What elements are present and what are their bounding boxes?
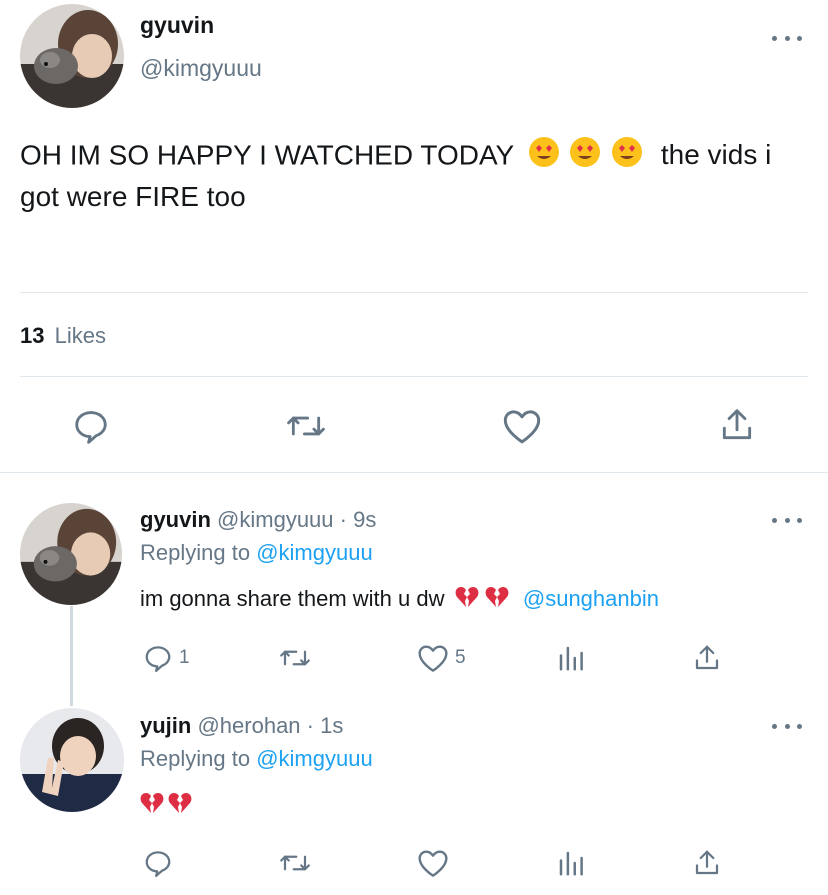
divider — [20, 376, 808, 377]
like-button[interactable]: 5 — [417, 643, 466, 673]
reply-author-handle[interactable]: @herohan — [197, 713, 300, 738]
broken-heart-emoji — [485, 586, 509, 614]
more-options-icon[interactable] — [772, 510, 802, 530]
reply-button[interactable] — [143, 848, 173, 878]
author-name[interactable]: gyuvin — [140, 12, 214, 39]
retweet-icon — [280, 650, 310, 666]
share-icon — [695, 645, 719, 670]
likes-summary[interactable]: 13 Likes — [20, 323, 106, 349]
broken-heart-emoji — [455, 586, 479, 614]
likes-count: 13 — [20, 323, 45, 348]
replying-to-label: Replying to — [140, 540, 251, 565]
share-button[interactable] — [692, 847, 722, 879]
reply-button[interactable]: 1 — [143, 643, 190, 673]
retweet-button[interactable] — [285, 407, 327, 445]
mention-link[interactable]: @sunghanbin — [523, 586, 659, 611]
thread-line — [70, 606, 73, 706]
reply-button[interactable] — [72, 407, 110, 445]
share-button[interactable] — [692, 642, 722, 674]
replying-to: Replying to @kimgyuuu — [140, 540, 373, 566]
replying-to-label: Replying to — [140, 746, 251, 771]
retweet-icon — [287, 416, 325, 436]
broken-heart-emoji — [140, 792, 164, 819]
author-avatar[interactable] — [20, 4, 124, 108]
heart-eyes-emoji — [528, 136, 560, 178]
reply-author-handle[interactable]: @kimgyuuu — [217, 507, 334, 532]
tweet-text-part2: the vids i — [660, 139, 772, 171]
reply-author-name[interactable]: gyuvin — [140, 507, 211, 532]
reply-avatar[interactable] — [20, 708, 124, 812]
like-button[interactable] — [417, 848, 449, 878]
analytics-icon — [559, 646, 583, 671]
replying-to-handle[interactable]: @kimgyuuu — [256, 746, 373, 771]
more-options-icon[interactable] — [772, 716, 802, 736]
reply-time: · 1s — [306, 713, 344, 738]
reply-time: · 9s — [339, 507, 377, 532]
like-count: 5 — [455, 647, 466, 668]
analytics-button[interactable] — [556, 848, 586, 878]
reply-text — [140, 792, 192, 819]
divider — [20, 292, 808, 293]
heart-eyes-emoji — [569, 136, 601, 178]
share-button[interactable] — [718, 405, 756, 445]
reply-count: 1 — [179, 647, 190, 668]
share-icon — [695, 850, 719, 875]
like-icon — [503, 410, 541, 444]
share-icon — [722, 409, 752, 440]
replying-to: Replying to @kimgyuuu — [140, 746, 373, 772]
retweet-icon — [280, 855, 310, 871]
retweet-button[interactable] — [278, 848, 312, 878]
tweet-text-part1: OH IM SO HAPPY I WATCHED TODAY — [20, 139, 514, 171]
reply-icon — [145, 646, 171, 672]
section-divider — [0, 472, 828, 473]
reply-text: im gonna share them with u dw @sunghanbi… — [140, 586, 659, 614]
retweet-button[interactable] — [278, 643, 312, 673]
more-options-icon[interactable] — [772, 28, 802, 48]
reply-header: gyuvin @kimgyuuu · 9s — [140, 507, 376, 533]
like-icon — [418, 645, 448, 672]
reply-icon — [145, 851, 171, 877]
analytics-icon — [559, 851, 583, 876]
reply-avatar[interactable] — [20, 503, 122, 605]
tweet-text: OH IM SO HAPPY I WATCHED TODAY the vids … — [20, 136, 810, 216]
reply-icon — [75, 411, 107, 444]
like-icon — [418, 850, 448, 877]
reply-author-name[interactable]: yujin — [140, 713, 191, 738]
replying-to-handle[interactable]: @kimgyuuu — [256, 540, 373, 565]
broken-heart-emoji — [168, 792, 192, 819]
heart-eyes-emoji — [611, 136, 643, 178]
reply-text-body: im gonna share them with u dw — [140, 586, 445, 611]
reply-header: yujin @herohan · 1s — [140, 713, 343, 739]
author-handle[interactable]: @kimgyuuu — [140, 55, 262, 82]
tweet-text-line2: got were FIRE too — [20, 181, 246, 212]
like-button[interactable] — [502, 407, 542, 445]
analytics-button[interactable] — [556, 643, 586, 673]
likes-label: Likes — [54, 323, 106, 348]
